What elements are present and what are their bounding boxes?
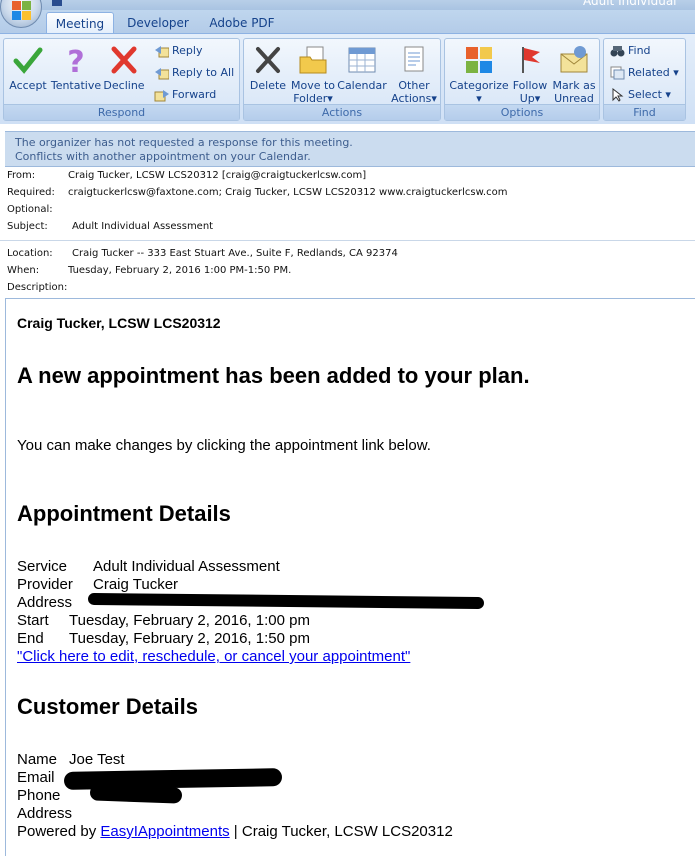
reply-icon — [154, 44, 170, 58]
intro-text: You can make changes by clicking the app… — [17, 437, 431, 454]
tab-adobe-pdf[interactable]: Adobe PDF — [200, 12, 284, 34]
description-label: Description: — [7, 282, 68, 293]
start-label: Start — [17, 612, 49, 629]
cursor-icon — [610, 87, 625, 102]
reply-all-button[interactable]: Reply to All — [152, 63, 234, 83]
save-icon[interactable] — [52, 0, 62, 6]
actions-group-label: Actions — [244, 104, 440, 120]
name-value: Joe Test — [69, 751, 125, 768]
office-logo-icon — [12, 1, 32, 21]
ribbon: Accept ? Tentative Decline Reply Reply t… — [0, 33, 695, 124]
calendar-button[interactable]: Calendar — [336, 41, 388, 92]
checkmark-icon — [12, 45, 44, 75]
options-group-label: Options — [445, 104, 599, 120]
x-mark-icon — [108, 45, 140, 75]
headline: A new appointment has been added to your… — [17, 363, 530, 388]
name-label: Name — [17, 751, 58, 768]
follow-up-button[interactable]: Follow Up▾ — [509, 41, 551, 105]
service-value: Adult Individual Assessment — [93, 558, 280, 575]
calendar-icon — [346, 45, 378, 75]
subject-value: Adult Individual Assessment — [72, 221, 214, 232]
easyappointments-link[interactable]: EasyIAppointments — [100, 823, 229, 840]
appointment-details-heading: Appointment Details — [17, 501, 231, 526]
edit-appointment-link[interactable]: "Click here to edit, reschedule, or canc… — [17, 648, 410, 665]
question-mark-icon: ? — [60, 45, 92, 80]
location-label: Location: — [7, 248, 53, 259]
actions-group: Delete Move to Folder▾ Calendar Other Acti… — [243, 38, 441, 121]
accept-button[interactable]: Accept — [6, 41, 50, 92]
reply-button[interactable]: Reply — [152, 41, 202, 61]
provider-value: Craig Tucker — [93, 576, 179, 593]
related-button[interactable]: Related ▾ — [608, 63, 679, 83]
mark-as-unread-button[interactable]: Mark as Unread — [551, 41, 597, 105]
binoculars-icon — [610, 44, 625, 58]
phone-label: Phone — [17, 787, 61, 804]
find-group-label: Find — [604, 104, 685, 120]
categorize-button[interactable]: Categorize ▾ — [447, 41, 511, 105]
service-label: Service — [17, 558, 68, 575]
optional-label: Optional: — [7, 204, 53, 215]
document-icon — [398, 45, 430, 75]
provider-label: Provider — [17, 576, 73, 593]
tab-meeting[interactable]: Meeting — [46, 12, 114, 34]
address-label: Address — [17, 594, 73, 611]
redaction-mark — [89, 784, 183, 804]
when-value: Tuesday, February 2, 2016 1:00 PM-1:50 P… — [68, 265, 292, 276]
header-divider — [0, 240, 695, 241]
forward-button[interactable]: Forward — [152, 85, 216, 105]
end-value: Tuesday, February 2, 2016, 1:50 pm — [69, 630, 310, 647]
delete-button[interactable]: Delete — [246, 41, 290, 92]
info-line-conflict: Conflicts with another appointment on yo… — [15, 150, 311, 163]
reply-all-icon — [154, 66, 170, 80]
envelope-icon — [558, 45, 590, 75]
powered-by-line: Powered by EasyIAppointments | Craig Tuc… — [17, 823, 453, 840]
find-group: Find Related ▾ Select ▾ Find — [603, 38, 686, 121]
info-bar: The organizer has not requested a respon… — [5, 131, 695, 167]
start-value: Tuesday, February 2, 2016, 1:00 pm — [69, 612, 310, 629]
categorize-icon — [463, 45, 495, 75]
move-to-folder-button[interactable]: Move to Folder▾ — [290, 41, 336, 105]
select-button[interactable]: Select ▾ — [608, 85, 671, 105]
required-value: craigtuckerlcsw@faxtone.com; Craig Tucke… — [68, 187, 508, 198]
respond-group: Accept ? Tentative Decline Reply Reply t… — [3, 38, 240, 121]
options-group: Categorize ▾ Follow Up▾ Mark as Unread Opti… — [444, 38, 600, 121]
required-label: Required: — [7, 187, 55, 198]
other-actions-button[interactable]: Other Actions▾ — [390, 41, 438, 105]
forward-icon — [154, 88, 169, 102]
customer-address-label: Address — [17, 805, 73, 822]
subject-label: Subject: — [7, 221, 48, 232]
tentative-button[interactable]: ? Tentative — [50, 41, 102, 92]
flag-icon — [514, 45, 546, 75]
tab-developer[interactable]: Developer — [120, 12, 196, 34]
folder-icon — [297, 45, 329, 75]
decline-button[interactable]: Decline — [102, 41, 146, 92]
delete-icon — [252, 45, 284, 75]
info-line-no-response: The organizer has not requested a respon… — [15, 136, 353, 149]
sender-name: Craig Tucker, LCSW LCS20312 — [17, 315, 221, 331]
from-value: Craig Tucker, LCSW LCS20312 [craig@craig… — [68, 170, 367, 181]
window-title: Adult Individual — [583, 0, 677, 8]
end-label: End — [17, 630, 44, 647]
from-label: From: — [7, 170, 36, 181]
svg-text:?: ? — [67, 45, 84, 75]
when-label: When: — [7, 265, 40, 276]
related-icon — [610, 66, 625, 80]
customer-details-heading: Customer Details — [17, 694, 198, 719]
title-bar: Adult Individual — [0, 0, 695, 10]
find-button[interactable]: Find — [608, 41, 651, 61]
location-value: Craig Tucker -- 333 East Stuart Ave., Su… — [72, 248, 398, 259]
respond-group-label: Respond — [4, 104, 239, 120]
email-label: Email — [17, 769, 55, 786]
